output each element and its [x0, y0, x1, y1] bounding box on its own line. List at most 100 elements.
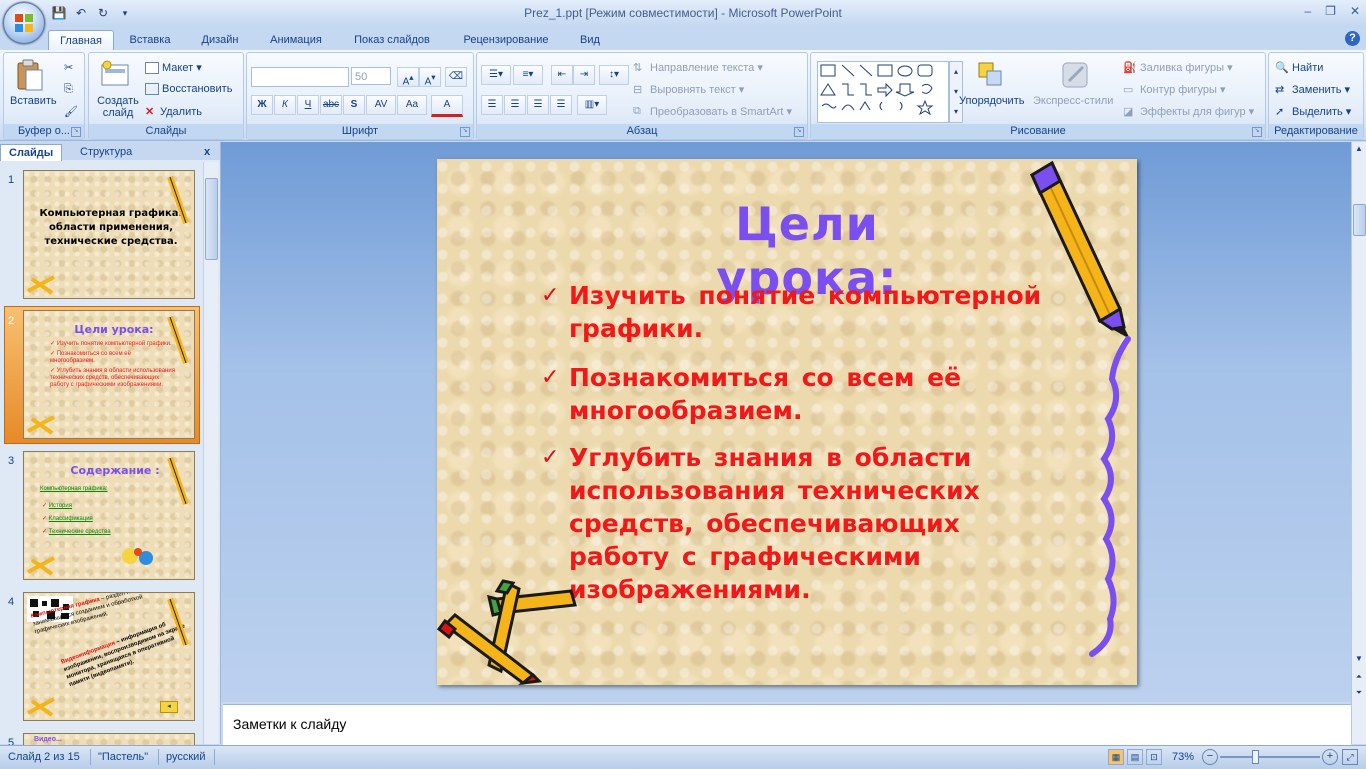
char-spacing-button[interactable]: AV [366, 95, 396, 115]
shape-effects-button[interactable]: ◪ Эффекты для фигур ▾ [1123, 105, 1254, 119]
scroll-down-icon[interactable]: ▼ [1353, 654, 1365, 668]
slide-canvas[interactable]: Цели урока: ✓ Изучить понятие компьютерн… [437, 159, 1137, 685]
decrease-indent-icon[interactable]: ⇤ [551, 65, 573, 85]
close-pane-icon[interactable]: x [204, 144, 210, 160]
find-button[interactable]: 🔍 Найти [1275, 61, 1323, 75]
fit-to-window-icon[interactable]: ⤢ [1342, 749, 1358, 765]
dialog-launcher-icon[interactable]: ↘ [794, 127, 804, 137]
text-direction-button[interactable]: ⇅ Направление текста ▾ [633, 61, 763, 75]
slide-bullet[interactable]: ✓ Изучить понятие компьютерной графики. [541, 279, 1061, 345]
tab-animation[interactable]: Анимация [258, 30, 334, 50]
arrange-icon[interactable] [975, 59, 1007, 91]
shrink-font-icon[interactable]: A▾ [419, 67, 441, 87]
justify-icon[interactable]: ☰ [550, 95, 572, 115]
sorter-view-icon[interactable]: ▤ [1127, 749, 1143, 765]
slide-thumbnail-3[interactable]: Содержание : Компьютерная графика: ✓ Ист… [23, 451, 195, 580]
scroll-up-icon[interactable]: ▲ [1353, 144, 1365, 158]
tab-view[interactable]: Вид [568, 30, 612, 50]
normal-view-icon[interactable]: ▦ [1108, 749, 1124, 765]
tab-outline[interactable]: Структура [80, 144, 132, 160]
delete-slide-button[interactable]: ✕ Удалить [145, 105, 202, 119]
shape-outline-icon: ▭ [1123, 84, 1134, 97]
maximize-button[interactable]: ❐ [1325, 4, 1336, 18]
paste-button[interactable]: Вставить [10, 95, 57, 107]
format-painter-icon[interactable]: 🖌 [64, 105, 78, 118]
increase-indent-icon[interactable]: ⇥ [573, 65, 595, 85]
line-spacing-icon[interactable]: ↕▾ [599, 65, 629, 85]
slideshow-view-icon[interactable]: ⊡ [1146, 749, 1162, 765]
italic-button[interactable]: К [274, 95, 296, 115]
next-slide-icon[interactable]: ⏷ [1353, 688, 1365, 702]
scroll-thumb[interactable] [205, 178, 218, 260]
zoom-slider-thumb[interactable] [1252, 750, 1259, 764]
notes-pane[interactable]: Заметки к слайду [223, 704, 1351, 745]
office-button[interactable] [3, 2, 45, 44]
slide-thumbnail-4[interactable]: Компьютерная графика – раздел информатик… [23, 592, 195, 721]
scroll-thumb[interactable] [1353, 204, 1366, 236]
tab-slideshow[interactable]: Показ слайдов [342, 30, 442, 50]
language-indicator[interactable]: русский [166, 751, 205, 763]
zoom-level[interactable]: 73% [1172, 751, 1194, 763]
columns-icon[interactable]: ▥▾ [577, 95, 607, 115]
select-button[interactable]: ➚ Выделить ▾ [1275, 105, 1351, 119]
new-slide-button[interactable]: Создать слайд [95, 95, 141, 119]
grow-font-icon[interactable]: A▴ [397, 67, 419, 87]
dialog-launcher-icon[interactable]: ↘ [71, 127, 81, 137]
dialog-launcher-icon[interactable]: ↘ [460, 127, 470, 137]
status-bar: Слайд 2 из 15 "Пастель" русский ▦ ▤ ⊡ 73… [0, 745, 1366, 769]
pencil-icon [167, 457, 189, 505]
bullets-icon[interactable]: ☰▾ [481, 65, 511, 85]
close-button[interactable]: ✕ [1350, 4, 1360, 18]
quick-styles-button[interactable]: Экспресс-стили [1033, 95, 1113, 107]
shape-outline-button[interactable]: ▭ Контур фигуры ▾ [1123, 83, 1226, 97]
quick-styles-icon[interactable] [1059, 59, 1091, 91]
slide-bullet[interactable]: ✓ Углубить знания в области использовани… [541, 441, 1061, 606]
help-icon[interactable]: ? [1345, 31, 1360, 46]
tab-review[interactable]: Рецензирование [450, 30, 562, 50]
align-text-button[interactable]: ⊟ Выровнять текст ▾ [633, 83, 744, 97]
shape-fill-button[interactable]: ⛽ Заливка фигуры ▾ [1123, 61, 1233, 75]
zoom-in-icon[interactable]: + [1322, 749, 1338, 765]
underline-button[interactable]: Ч [297, 95, 319, 115]
reset-button[interactable]: Восстановить [145, 83, 232, 96]
replace-button[interactable]: ⇄ Заменить ▾ [1275, 83, 1350, 97]
dialog-launcher-icon[interactable]: ↘ [1252, 127, 1262, 137]
new-slide-icon[interactable] [99, 59, 131, 91]
shadow-button[interactable]: S [343, 95, 365, 115]
align-center-icon[interactable]: ☰ [504, 95, 526, 115]
change-case-button[interactable]: Aa [397, 95, 427, 115]
thumbnail-title: Компьютерная графика: области применения… [39, 208, 183, 247]
align-left-icon[interactable]: ☰ [481, 95, 503, 115]
shapes-gallery[interactable] [817, 61, 949, 123]
select-arrow-icon: ➚ [1275, 106, 1285, 119]
cut-icon[interactable]: ✂ [64, 61, 73, 74]
tab-home[interactable]: Главная [48, 30, 114, 51]
copy-icon[interactable]: ⎘ [64, 83, 73, 96]
bold-button[interactable]: Ж [251, 95, 273, 115]
font-color-button[interactable]: A [431, 95, 463, 117]
paste-icon[interactable] [14, 59, 46, 91]
font-size-combo[interactable]: 50 [351, 67, 391, 85]
minimize-button[interactable]: ‒ [1304, 4, 1311, 18]
vertical-scrollbar[interactable]: ▲ ▼ ⏶ ⏷ [1351, 142, 1366, 744]
tab-slides[interactable]: Слайды [0, 144, 63, 161]
clear-format-icon[interactable]: ⌫ [445, 67, 467, 87]
prev-slide-icon[interactable]: ⏶ [1353, 672, 1365, 686]
slide-thumbnail-2[interactable]: Цели урока: ✓ Изучить понятие компьютерн… [23, 310, 195, 439]
slide-bullet[interactable]: ✓ Познакомиться со всем её многообразием… [541, 361, 1061, 427]
slide-thumbnail-1[interactable]: Компьютерная графика: области применения… [23, 170, 195, 299]
font-name-combo[interactable] [251, 67, 349, 87]
zoom-slider[interactable] [1220, 756, 1320, 758]
numbering-icon[interactable]: ≡▾ [513, 65, 543, 85]
shapes-scroll[interactable]: ▴ ▾ ▾ [949, 61, 963, 123]
smartart-button[interactable]: ⧉ Преобразовать в SmartArt ▾ [633, 105, 792, 119]
strikethrough-button[interactable]: abc [320, 95, 342, 115]
layout-button[interactable]: Макет ▾ [145, 61, 202, 75]
tab-design[interactable]: Дизайн [190, 30, 250, 50]
arrange-button[interactable]: Упорядочить [959, 95, 1024, 107]
zoom-out-icon[interactable]: − [1202, 749, 1218, 765]
group-clipboard: Вставить ✂ ⎘ 🖌 Буфер о... ↘ [3, 52, 85, 140]
align-right-icon[interactable]: ☰ [527, 95, 549, 115]
slides-pane-scrollbar[interactable] [203, 162, 218, 744]
tab-insert[interactable]: Вставка [120, 30, 180, 50]
